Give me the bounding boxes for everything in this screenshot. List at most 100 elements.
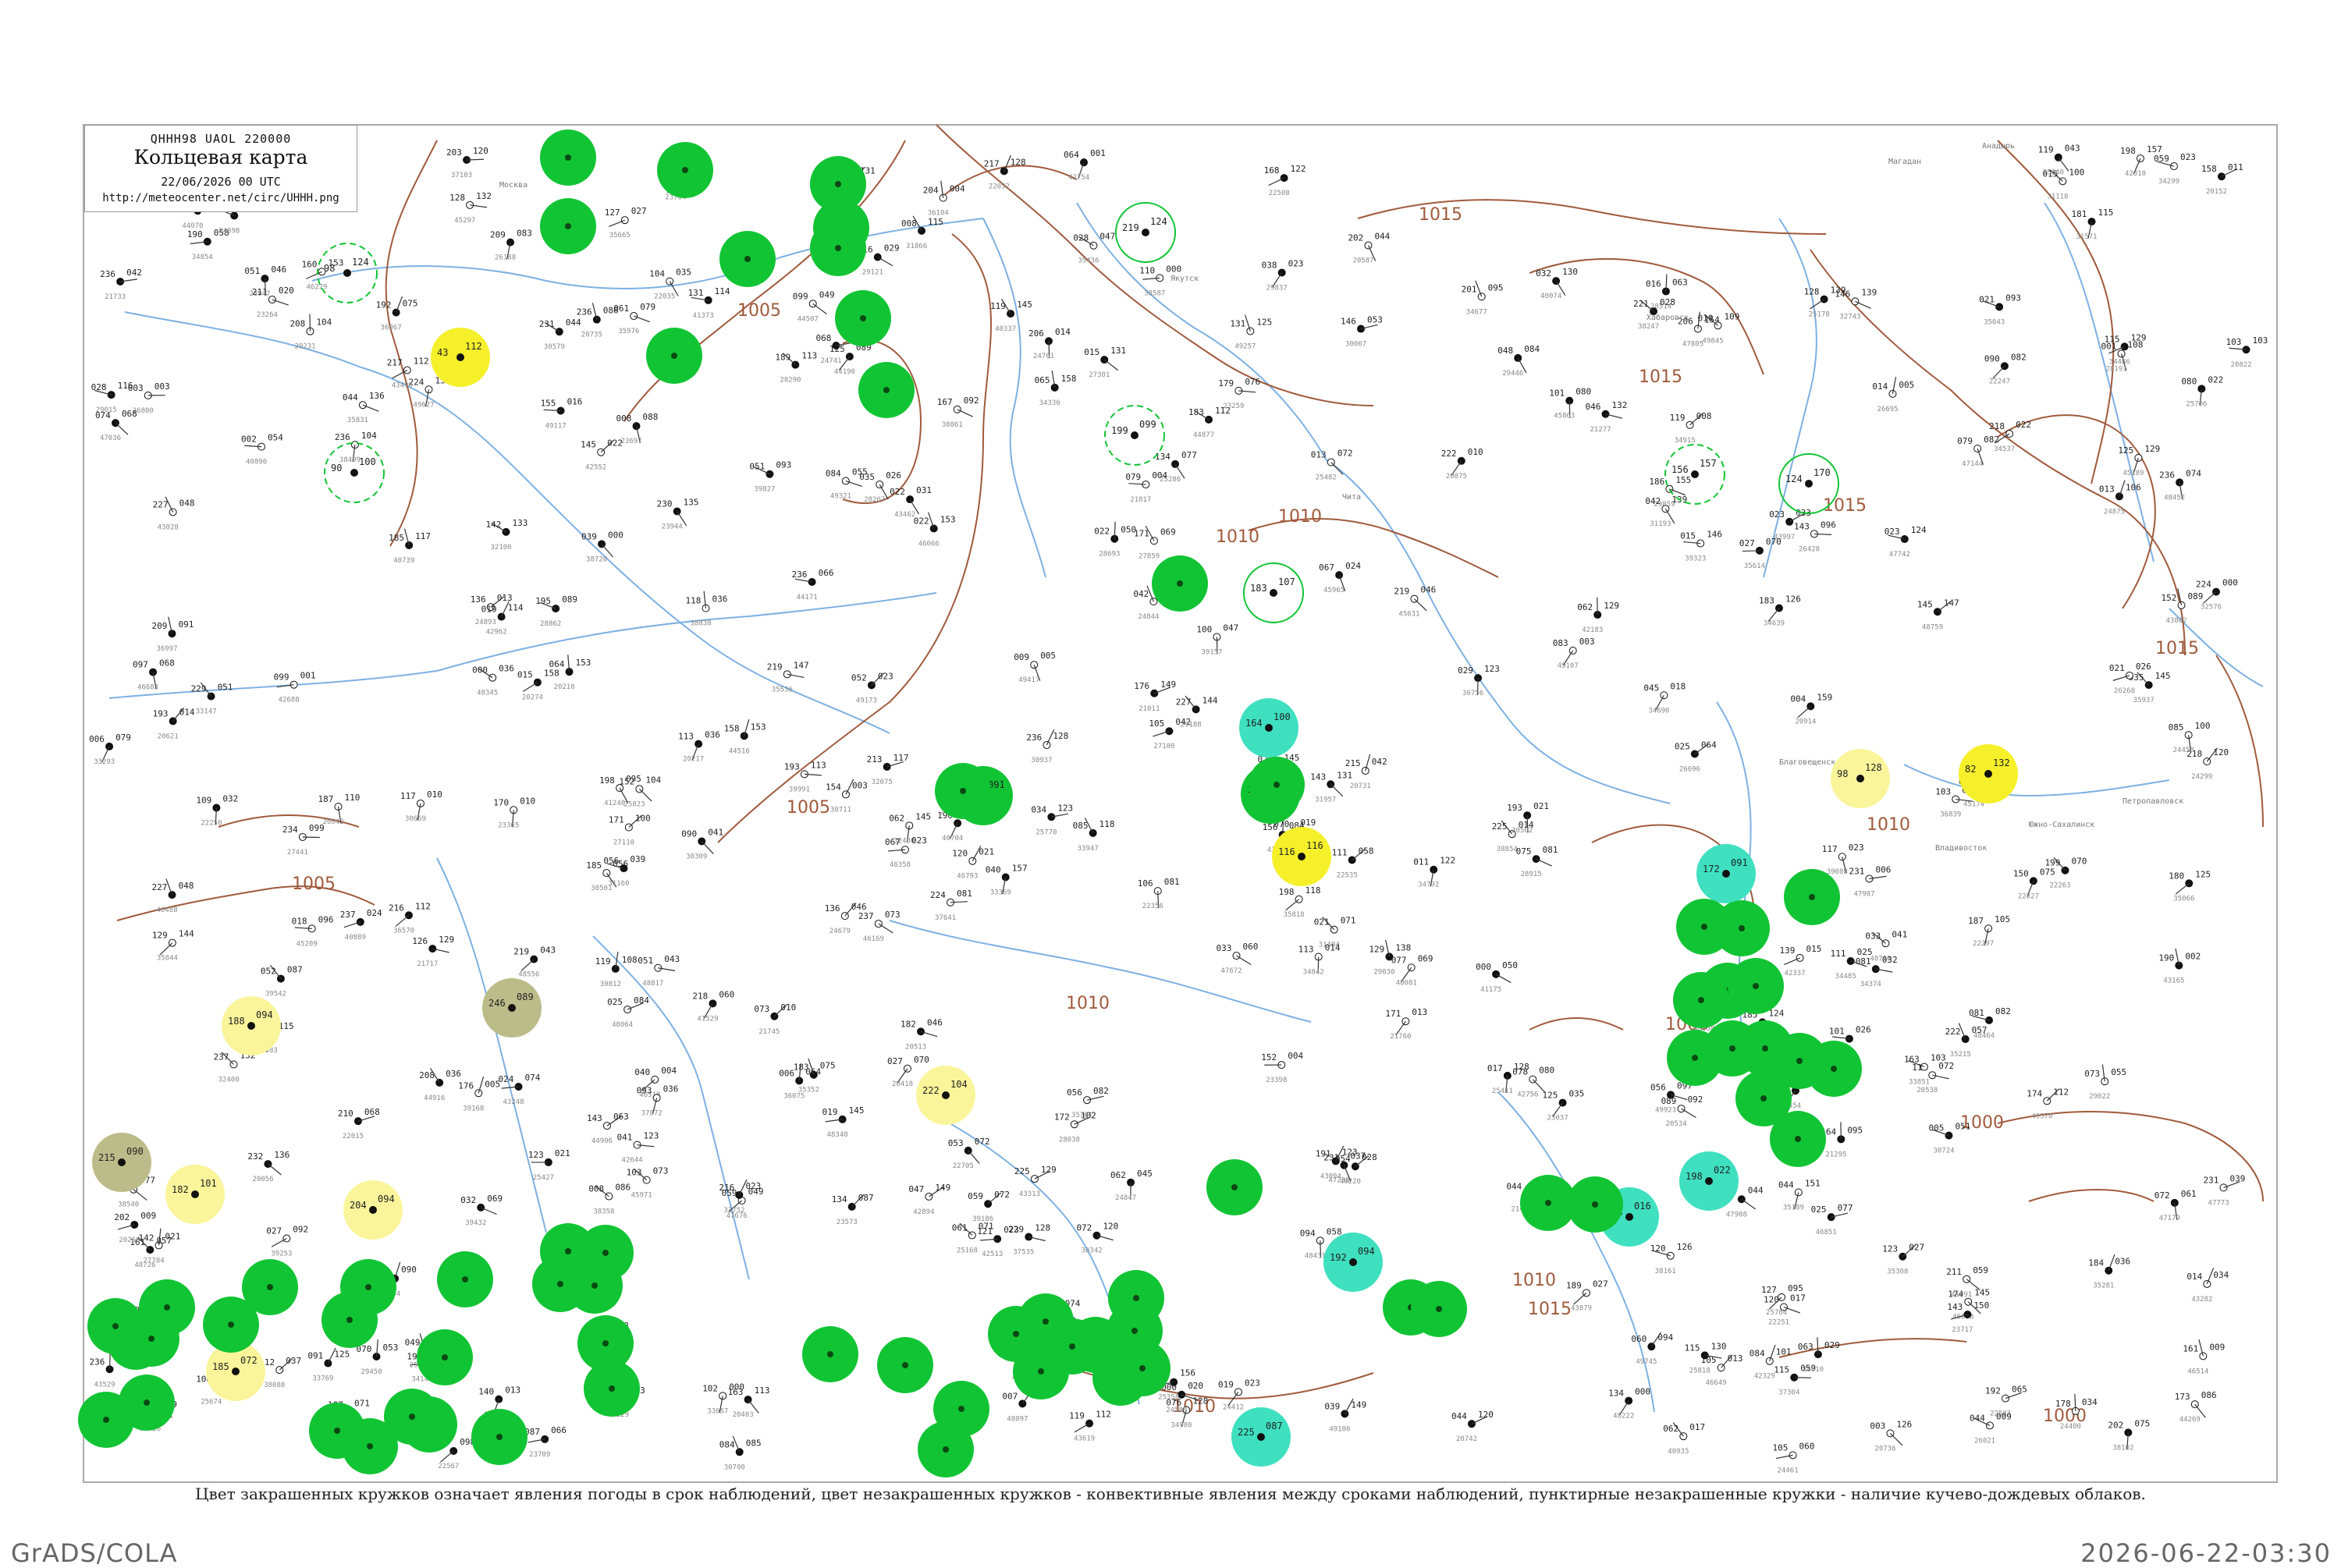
station-reading: 202	[2108, 1420, 2123, 1430]
station-marker: 06201740935	[1663, 1422, 1705, 1456]
station-id: 44070	[182, 222, 203, 230]
station-id: 43462	[894, 511, 915, 519]
station-reading: 084	[1750, 1349, 1765, 1359]
station-reading: 125	[2118, 445, 2133, 456]
station-reading: 079	[1957, 436, 1973, 446]
station-reading: 034	[2082, 1397, 2098, 1407]
station-id: 28915	[1521, 871, 1542, 878]
station-reading: 021	[555, 1148, 570, 1158]
station-marker: 15400330711	[826, 779, 868, 814]
station-reading: 021	[2109, 663, 2125, 673]
station-reading: 145	[581, 440, 596, 450]
station-reading: 133	[512, 518, 528, 528]
map-url[interactable]: http://meteocenter.net/circ/UHHH.png	[85, 192, 357, 204]
station-pressure-label: 156	[1671, 464, 1689, 475]
station-circle: 116116	[1272, 827, 1331, 886]
station-reading: 096	[318, 914, 334, 924]
station-reading: 150	[1973, 1300, 1989, 1311]
station-dot	[1831, 1066, 1837, 1072]
station-id: 30724	[1933, 1148, 1954, 1155]
station-reading: 006	[779, 1068, 794, 1078]
station-marker: 23104430579	[539, 318, 581, 351]
station-reading: 140	[478, 1387, 494, 1397]
station-id: 45297	[454, 217, 475, 225]
station-reading: 106	[1138, 878, 1153, 889]
station-id: 34690	[1648, 707, 1669, 715]
station-reading: 027	[266, 1226, 282, 1236]
station-id: 39157	[1201, 648, 1222, 656]
station-marker: 02912336756	[1458, 664, 1500, 697]
station-reading: 183	[1759, 596, 1774, 606]
station-id: 37535	[1013, 1249, 1034, 1257]
station-marker: 00606436075	[779, 1063, 821, 1100]
station-reading: 069	[1160, 527, 1176, 537]
station-reading: 054	[268, 433, 283, 443]
station-marker: 04412020742	[1451, 1410, 1494, 1443]
station-reading: 079	[1125, 472, 1141, 482]
station-reading: 130	[1711, 1341, 1727, 1351]
station-id: 44906	[591, 1137, 613, 1145]
station-reading: 222	[1441, 449, 1457, 459]
station-id: 47144	[1962, 460, 1983, 468]
station-id: 24400	[2060, 1423, 2081, 1431]
station-reading: 075	[2040, 867, 2055, 877]
station-reading: 011	[2228, 162, 2243, 172]
station-reading: 026	[1856, 1025, 1871, 1035]
station-reading: 068	[159, 658, 175, 669]
station-dot	[1131, 1328, 1138, 1334]
station-name: Владивосток	[1935, 844, 1987, 853]
synoptic-map: 1015 1015 1015 1015 1015 1010 1010 1010 …	[0, 0, 2341, 1560]
station-id: 34980	[1170, 1422, 1192, 1430]
station-reading: 120	[2213, 747, 2229, 757]
station-reading: 101	[1829, 1027, 1845, 1037]
station-value-label: 170	[1813, 467, 1831, 478]
station-circle: 164100	[1239, 698, 1298, 757]
station-marker: 21914735536	[767, 660, 809, 694]
station-reading: 039	[1324, 1401, 1340, 1411]
station-reading: 190	[187, 229, 203, 239]
station-reading: 189	[1566, 1280, 1582, 1290]
station-id: 49173	[856, 697, 877, 704]
station-id: 38587	[1144, 289, 1165, 297]
station-dot	[744, 256, 751, 262]
station-reading: 143	[1310, 772, 1326, 782]
station-marker: 19302130502	[1507, 801, 1549, 835]
station-dot	[267, 1284, 273, 1290]
station-marker: 00900549417	[1014, 651, 1056, 684]
station-id: 48556	[518, 971, 539, 979]
station-reading: 158	[544, 669, 559, 679]
station-reading: 237	[858, 911, 874, 921]
station-id: 34854	[192, 254, 213, 261]
station-id: 38161	[1655, 1268, 1676, 1275]
station-marker: 09004130309	[681, 827, 723, 860]
station-id: 34486	[2109, 358, 2130, 366]
station-reading: 182	[901, 1019, 916, 1029]
station-marker: 15801120152	[2201, 162, 2243, 196]
station-circle: 222104	[916, 1066, 975, 1125]
station-id: 30309	[686, 853, 707, 860]
station-reading: 095	[1847, 1125, 1863, 1135]
station-reading: 119	[1069, 1411, 1085, 1421]
station-id: 31160	[608, 880, 629, 888]
station-reading: 063	[1672, 277, 1688, 287]
station-reading: 163	[1904, 1055, 1920, 1065]
station-id: 43529	[94, 1381, 115, 1389]
station-reading: 041	[708, 827, 723, 837]
station-reading: 045	[1137, 1169, 1153, 1179]
station-pressure-label: 198	[1686, 1171, 1703, 1182]
station-id: 44269	[2179, 1416, 2201, 1424]
station-reading: 236	[577, 307, 592, 318]
station-reading: 082	[1984, 435, 1999, 445]
station-id: 40081	[1396, 979, 1417, 987]
station-marker: 06009449745	[1631, 1332, 1673, 1366]
station-marker: 14502242552	[581, 438, 623, 472]
station-id: 23264	[257, 311, 278, 319]
station-value-label: 112	[465, 341, 482, 352]
station-reading: 031	[916, 485, 932, 495]
station-id: 41991	[1951, 1291, 1972, 1299]
station-id: 49370	[2031, 1112, 2052, 1120]
station-id: 41529	[697, 1015, 718, 1023]
station-reading: 093	[2005, 293, 2021, 303]
station-marker: 12512945189	[2118, 444, 2160, 477]
station-dot	[609, 1385, 615, 1392]
